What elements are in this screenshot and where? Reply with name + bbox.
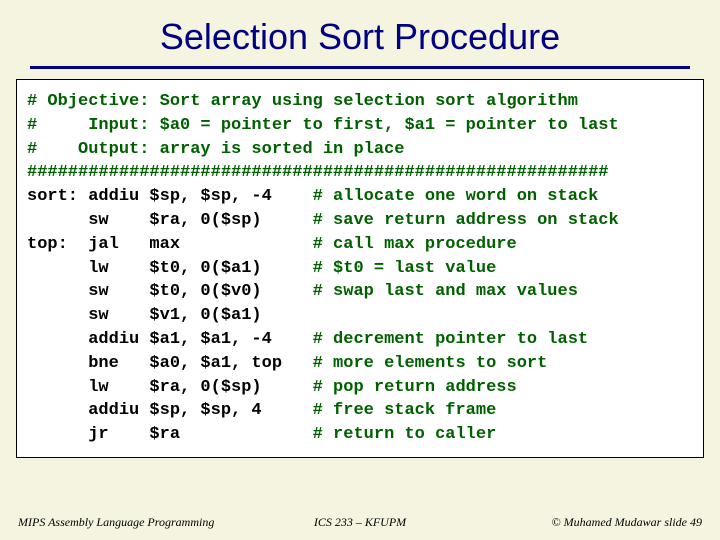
code-box: # Objective: Sort array using selection …	[16, 79, 704, 458]
footer-right: © Muhamed Mudawar slide 49	[474, 515, 702, 530]
code-line: # Output: array is sorted in place	[27, 138, 693, 162]
footer-center: ICS 233 – KFUPM	[246, 515, 474, 530]
footer: MIPS Assembly Language Programming ICS 2…	[0, 515, 720, 530]
code-line: jr $ra # return to caller	[27, 423, 693, 447]
code-listing: # Objective: Sort array using selection …	[27, 90, 693, 447]
code-line: # Objective: Sort array using selection …	[27, 90, 693, 114]
code-line: sw $t0, 0($v0) # swap last and max value…	[27, 280, 693, 304]
code-line: ########################################…	[27, 161, 693, 185]
slide-title: Selection Sort Procedure	[0, 0, 720, 66]
code-line: sw $ra, 0($sp) # save return address on …	[27, 209, 693, 233]
code-line: bne $a0, $a1, top # more elements to sor…	[27, 352, 693, 376]
code-line: lw $ra, 0($sp) # pop return address	[27, 376, 693, 400]
code-line: addiu $sp, $sp, 4 # free stack frame	[27, 399, 693, 423]
code-line: addiu $a1, $a1, -4 # decrement pointer t…	[27, 328, 693, 352]
code-line: sort: addiu $sp, $sp, -4 # allocate one …	[27, 185, 693, 209]
code-line: lw $t0, 0($a1) # $t0 = last value	[27, 257, 693, 281]
footer-left: MIPS Assembly Language Programming	[18, 515, 246, 530]
code-line: # Input: $a0 = pointer to first, $a1 = p…	[27, 114, 693, 138]
code-line: top: jal max # call max procedure	[27, 233, 693, 257]
title-underline	[30, 66, 690, 69]
code-line: sw $v1, 0($a1)	[27, 304, 693, 328]
